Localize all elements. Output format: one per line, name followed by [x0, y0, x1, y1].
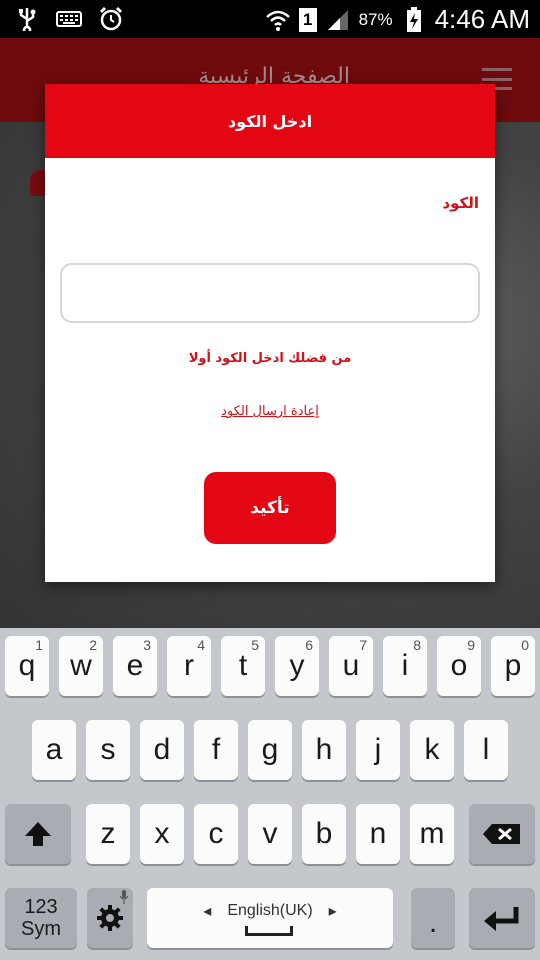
confirm-button[interactable]: تأكيد [204, 472, 336, 544]
key-r[interactable]: r4 [167, 636, 211, 696]
settings-key[interactable] [87, 888, 133, 948]
space-key[interactable]: ◂ English(UK) ▸ [147, 888, 393, 948]
key-t[interactable]: t5 [221, 636, 265, 696]
shift-key[interactable] [5, 804, 71, 864]
enter-key[interactable] [469, 888, 535, 948]
soft-keyboard: q1 w2 e3 r4 t5 y6 u7 i8 o9 p0 a s d f g … [0, 628, 540, 960]
key-m[interactable]: m [410, 804, 454, 864]
resend-code-link[interactable]: إعادة ارسال الكود [221, 404, 319, 419]
language-label: English(UK) [227, 902, 313, 919]
key-g[interactable]: g [248, 720, 292, 780]
key-f[interactable]: f [194, 720, 238, 780]
key-n[interactable]: n [356, 804, 400, 864]
keyboard-icon [56, 6, 82, 32]
key-a[interactable]: a [32, 720, 76, 780]
key-z[interactable]: z [86, 804, 130, 864]
alarm-clock-icon [98, 6, 124, 32]
key-i[interactable]: i8 [383, 636, 427, 696]
code-dialog: ادخل الكود الكود من فضلك ادخل الكود أولا… [45, 84, 495, 582]
key-k[interactable]: k [410, 720, 454, 780]
key-l[interactable]: l [464, 720, 508, 780]
key-c[interactable]: c [194, 804, 238, 864]
key-w[interactable]: w2 [59, 636, 103, 696]
key-o[interactable]: o9 [437, 636, 481, 696]
key-u[interactable]: u7 [329, 636, 373, 696]
gear-icon [97, 905, 123, 931]
battery-percent: 87% [358, 9, 393, 29]
language-prev-icon: ◂ [203, 903, 212, 920]
key-j[interactable]: j [356, 720, 400, 780]
key-y[interactable]: y6 [275, 636, 319, 696]
sim-slot-badge: 1 [298, 7, 317, 32]
clock: 4:46 AM [434, 4, 530, 34]
space-bar-icon [245, 926, 293, 936]
code-field-label: الكود [442, 194, 479, 212]
shift-arrow-icon [25, 822, 51, 846]
language-next-icon: ▸ [328, 903, 337, 920]
battery-charging-icon [401, 6, 427, 33]
key-h[interactable]: h [302, 720, 346, 780]
microphone-icon [119, 890, 129, 904]
key-e[interactable]: e3 [113, 636, 157, 696]
period-key[interactable]: . [411, 888, 455, 948]
wifi-icon [265, 7, 291, 33]
key-q[interactable]: q1 [5, 636, 49, 696]
key-d[interactable]: d [140, 720, 184, 780]
backspace-key[interactable] [469, 804, 535, 864]
error-message: من فضلك ادخل الكود أولا [188, 351, 352, 366]
key-b[interactable]: b [302, 804, 346, 864]
code-input[interactable] [60, 263, 480, 323]
key-p[interactable]: p0 [491, 636, 535, 696]
symbols-key[interactable]: 123 Sym [5, 888, 77, 948]
backspace-icon [483, 824, 520, 844]
key-v[interactable]: v [248, 804, 292, 864]
usb-icon [14, 6, 40, 32]
signal-icon [325, 7, 351, 33]
enter-arrow-icon [484, 907, 519, 931]
key-s[interactable]: s [86, 720, 130, 780]
dialog-title: ادخل الكود [227, 111, 313, 131]
status-bar: 1 87% 4:46 AM [0, 0, 540, 38]
dialog-header: ادخل الكود [45, 84, 495, 158]
key-x[interactable]: x [140, 804, 184, 864]
resend-code-row: إعادة ارسال الكود [45, 404, 495, 419]
